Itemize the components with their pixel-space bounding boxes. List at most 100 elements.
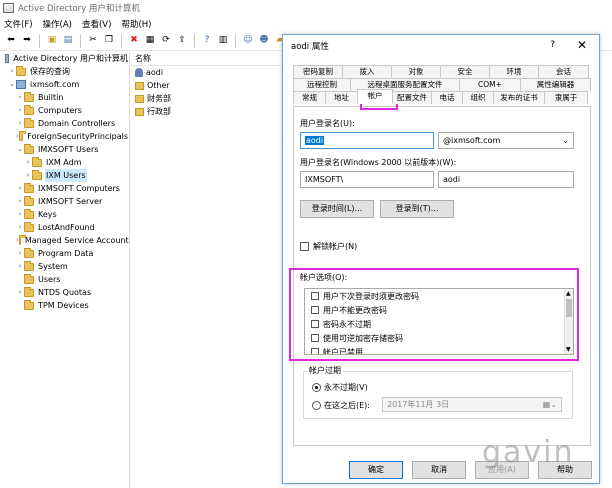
export-icon[interactable]: ⇪ <box>175 34 189 48</box>
app-icon <box>3 3 14 13</box>
tab-password-replication[interactable]: 密码复制 <box>293 65 343 78</box>
refresh-icon[interactable]: ⟳ <box>159 34 173 48</box>
tree-item-managed-service[interactable]: › Managed Service Accounts <box>0 234 129 247</box>
list-item[interactable]: 行政部 <box>131 105 281 118</box>
list-item[interactable]: 财务部 <box>131 92 281 105</box>
tree-item-ixmsoft-computers[interactable]: › IXMSOFT Computers <box>0 182 129 195</box>
account-expires-label: 帐户过期 <box>307 365 343 376</box>
folder-icon <box>32 169 42 180</box>
tree-item-imxsoft-users[interactable]: ⌄ IMXSOFT Users <box>0 143 129 156</box>
tree-item-ixmsoft-server[interactable]: › IXMSOFT Server <box>0 195 129 208</box>
tree-item-system[interactable]: › System <box>0 260 129 273</box>
tree-item-ixm-adm[interactable]: › IXM Adm <box>0 156 129 169</box>
options-scrollbar[interactable]: ▲ ▼ <box>564 289 573 354</box>
tab-address[interactable]: 地址 <box>325 91 358 104</box>
tree-item-lostandfound[interactable]: › LostAndFound <box>0 221 129 234</box>
results-pane: 名称 aodi Other 财务部 行政部 <box>131 52 281 488</box>
back-icon[interactable]: ⬅ <box>4 34 18 48</box>
list-item[interactable]: aodi <box>131 66 281 79</box>
tree-item-computers[interactable]: › Computers <box>0 104 129 117</box>
tree-item-tpm-devices[interactable]: TPM Devices <box>0 299 129 312</box>
new-user-icon[interactable]: ☺ <box>241 34 255 48</box>
tree-item-saved-queries[interactable]: › 保存的查询 <box>0 65 129 78</box>
pre2000-name-input[interactable]: aodi <box>438 171 574 188</box>
cut-icon[interactable]: ✂ <box>86 34 100 48</box>
delete-icon[interactable]: ✖ <box>127 34 141 48</box>
account-options-list[interactable]: 用户下次登录时须更改密码 用户不能更改密码 密码永不过期 使用可逆加密存储密码 … <box>304 288 574 355</box>
option-account-disabled[interactable]: 帐户已禁用 <box>305 345 573 354</box>
folder-icon <box>24 273 34 284</box>
option-password-never-expires[interactable]: 密码永不过期 <box>305 317 573 331</box>
help-question-icon[interactable]: ? <box>550 40 555 50</box>
tab-security[interactable]: 安全 <box>440 65 490 78</box>
tree-item-domain[interactable]: ⌄ ixmsoft.com <box>0 78 129 91</box>
properties-icon[interactable]: ▦ <box>143 34 157 48</box>
tree-item-foreign-security[interactable]: › ForeignSecurityPrincipals <box>0 130 129 143</box>
new-group-icon[interactable]: ☻ <box>257 34 271 48</box>
tree-item-program-data[interactable]: › Program Data <box>0 247 129 260</box>
scroll-up-icon[interactable]: ▲ <box>566 290 571 297</box>
dialog-title: aodi 属性 <box>291 42 329 52</box>
folder-icon <box>18 234 26 245</box>
list-item[interactable]: Other <box>131 79 281 92</box>
console-icon[interactable]: ▥ <box>216 34 230 48</box>
unlock-account-checkbox[interactable]: 解锁帐户(N) <box>300 241 357 252</box>
show-tree-icon[interactable]: ▤ <box>61 34 75 48</box>
logon-name-label: 用户登录名(U): <box>300 119 355 128</box>
copy-icon[interactable]: ❐ <box>102 34 116 48</box>
upn-suffix-select[interactable]: @ixmsoft.com ⌄ <box>438 132 574 149</box>
cancel-button[interactable]: 取消 <box>412 461 466 479</box>
tab-telephones[interactable]: 电话 <box>431 91 463 104</box>
tab-published-certs[interactable]: 发布的证书 <box>493 91 545 104</box>
domain-icon <box>16 80 26 89</box>
logon-name-input[interactable]: aodi <box>300 132 434 149</box>
folder-icon <box>32 156 42 167</box>
console-tree: Active Directory 用户和计算机 › 保存的查询 ⌄ ixmsoft.… <box>0 52 130 488</box>
scroll-thumb[interactable] <box>566 299 572 317</box>
up-folder-icon[interactable]: ▣ <box>45 34 59 48</box>
tree-item-keys[interactable]: › Keys <box>0 208 129 221</box>
menu-view[interactable]: 查看(V) <box>82 18 111 30</box>
end-of-radio[interactable]: 在这之后(E): <box>312 400 370 411</box>
tree-item-users[interactable]: Users <box>0 273 129 286</box>
close-icon[interactable]: ✕ <box>577 38 587 52</box>
logon-to-button[interactable]: 登录到(T)... <box>380 200 454 218</box>
tab-attribute-editor[interactable]: 属性编辑器 <box>520 78 591 91</box>
menu-action[interactable]: 操作(A) <box>43 18 72 30</box>
option-must-change-password[interactable]: 用户下次登录时须更改密码 <box>305 289 573 303</box>
tab-organization[interactable]: 组织 <box>462 91 494 104</box>
menu-help[interactable]: 帮助(H) <box>121 18 151 30</box>
folder-icon <box>24 104 34 115</box>
tab-sessions[interactable]: 会话 <box>538 65 589 78</box>
account-options-label: 帐户选项(O): <box>300 273 348 282</box>
ok-button[interactable]: 确定 <box>349 461 403 479</box>
option-reversible-encryption[interactable]: 使用可逆加密存储密码 <box>305 331 573 345</box>
help-icon[interactable]: ? <box>200 34 214 48</box>
forward-icon[interactable]: ➡ <box>20 34 34 48</box>
tab-dial-in[interactable]: 拨入 <box>342 65 392 78</box>
expiry-date-picker: 2017年11月 3日 ▦⌄ <box>382 397 562 412</box>
tab-account[interactable]: 帐户 <box>357 89 393 104</box>
tree-root[interactable]: Active Directory 用户和计算机 <box>0 52 129 65</box>
option-cannot-change-password[interactable]: 用户不能更改密码 <box>305 303 573 317</box>
never-expires-radio[interactable]: 永不过期(V) <box>312 382 368 393</box>
scroll-down-icon[interactable]: ▼ <box>566 346 571 353</box>
tree-item-ntds-quotas[interactable]: › NTDS Quotas <box>0 286 129 299</box>
column-header-name[interactable]: 名称 <box>131 52 281 66</box>
tab-member-of[interactable]: 隶属于 <box>544 91 588 104</box>
tab-object[interactable]: 对象 <box>391 65 441 78</box>
folder-icon <box>24 208 34 219</box>
tab-environment[interactable]: 环境 <box>489 65 539 78</box>
ou-folder-icon <box>135 81 144 90</box>
tab-profile[interactable]: 配置文件 <box>392 91 432 104</box>
tree-item-domain-controllers[interactable]: › Domain Controllers <box>0 117 129 130</box>
dialog-title-bar: aodi 属性 ? ✕ <box>283 35 599 57</box>
menu-bar: 文件(F) 操作(A) 查看(V) 帮助(H) <box>0 16 612 31</box>
logon-hours-button[interactable]: 登录时间(L)... <box>300 200 374 218</box>
tab-general[interactable]: 常规 <box>293 91 326 104</box>
tab-remote-control[interactable]: 远程控制 <box>293 78 351 91</box>
menu-file[interactable]: 文件(F) <box>4 18 33 30</box>
tab-com-plus[interactable]: COM+ <box>459 78 521 91</box>
tree-item-ixm-users[interactable]: › IXM Users <box>0 169 129 182</box>
tree-item-builtin[interactable]: › Builtin <box>0 91 129 104</box>
